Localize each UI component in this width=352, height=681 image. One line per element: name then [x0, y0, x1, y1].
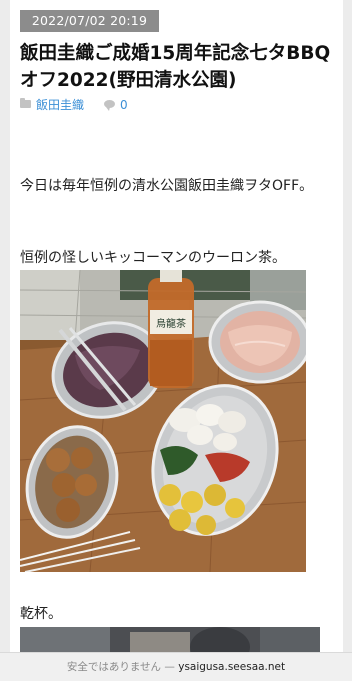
security-warning: 安全ではありません	[66, 661, 162, 673]
post-date: 2022/07/02 20:19	[20, 10, 159, 32]
browser-address-bar[interactable]: 安全ではありません — ysaigusa.seesaa.net	[0, 652, 352, 681]
paragraph-oolong: 恒例の怪しいキッコーマンのウーロン茶。	[20, 250, 286, 266]
bbq-photo[interactable]: 烏龍茶	[20, 270, 306, 572]
paragraph-kanpai: 乾杯。	[20, 606, 62, 622]
address-separator: —	[164, 661, 175, 673]
speech-bubble-icon	[104, 100, 115, 111]
folder-icon	[20, 98, 31, 108]
bottle-label: 烏龍茶	[156, 317, 186, 330]
site-domain: ysaigusa.seesaa.net	[178, 661, 286, 673]
paragraph-intro: 今日は毎年恒例の清水公園飯田圭織ヲタOFF。	[20, 178, 314, 194]
comment-count-link[interactable]: 0	[120, 97, 128, 113]
post-title[interactable]: 飯田圭織ご成婚15周年記念七タBBQオフ2022(野田清水公園)	[20, 40, 340, 94]
article-card: 2022/07/02 20:19 飯田圭織ご成婚15周年記念七タBBQオフ202…	[10, 0, 343, 660]
author-link[interactable]: 飯田圭織	[36, 97, 84, 113]
